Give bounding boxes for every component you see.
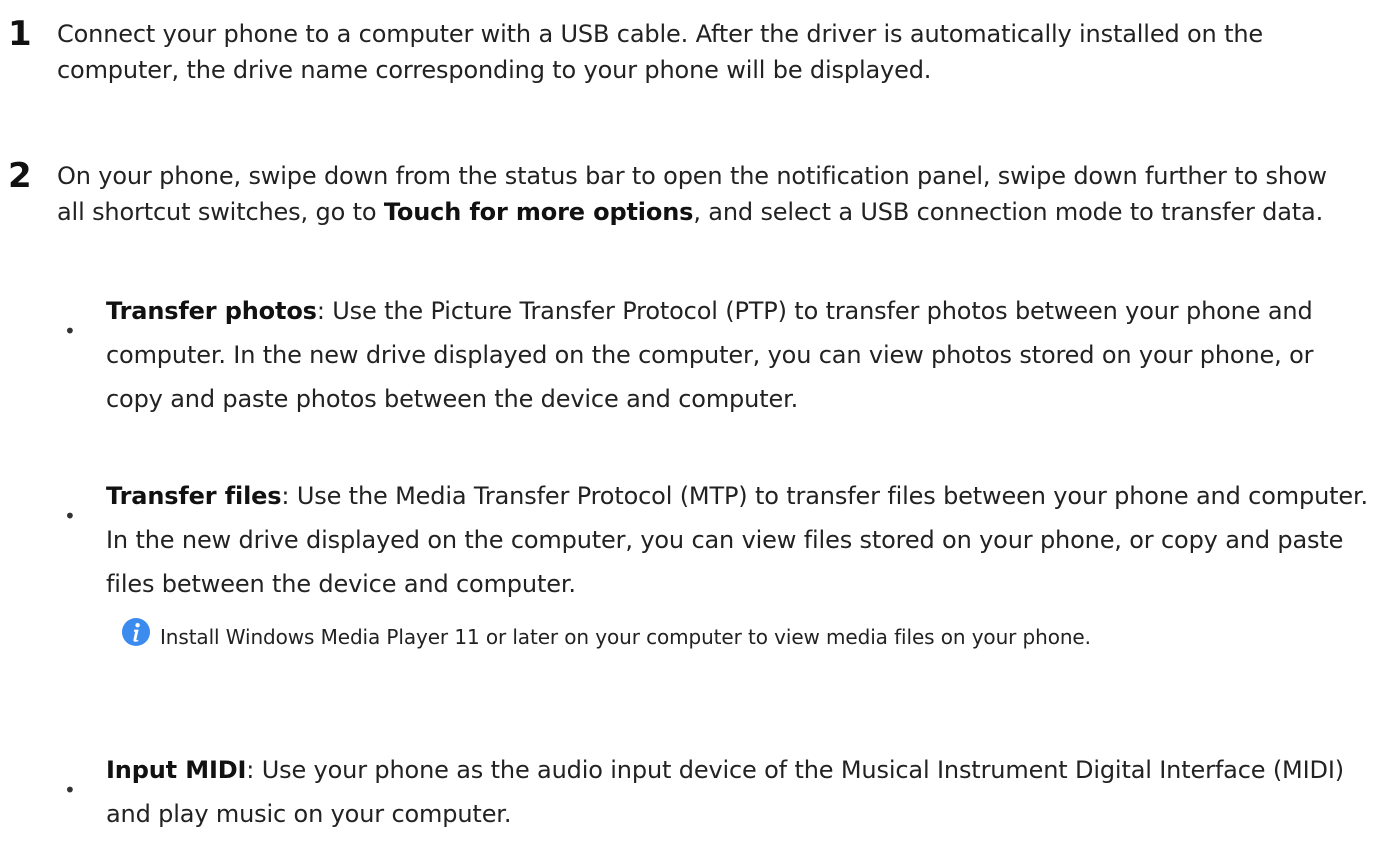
list-item-title: Transfer files <box>106 482 282 510</box>
list-item-title: Input MIDI <box>106 756 247 784</box>
step-number: 1 <box>8 14 32 54</box>
document-page: 1 Connect your phone to a computer with … <box>0 0 1379 848</box>
note-text: Install Windows Media Player 11 or later… <box>160 625 1091 649</box>
list-item-text: Transfer files: Use the Media Transfer P… <box>106 474 1368 606</box>
bullet-marker: • <box>64 504 76 528</box>
list-item-text: Transfer photos: Use the Picture Transfe… <box>106 289 1368 421</box>
bullet-marker: • <box>64 319 76 343</box>
info-icon <box>122 618 150 646</box>
step-number: 2 <box>8 156 32 196</box>
step-text-part: , and select a USB connection mode to tr… <box>693 198 1324 226</box>
touch-for-more-options-label: Touch for more options <box>383 198 694 226</box>
step-text: Connect your phone to a computer with a … <box>57 20 1264 84</box>
list-item-text: Input MIDI: Use your phone as the audio … <box>106 748 1368 836</box>
list-item-title: Transfer photos <box>106 297 317 325</box>
step-text: On your phone, swipe down from the statu… <box>57 158 1357 230</box>
list-item-description: : Use your phone as the audio input devi… <box>106 756 1345 828</box>
list-item-description: : Use the Media Transfer Protocol (MTP) … <box>106 482 1368 598</box>
bullet-marker: • <box>64 778 76 802</box>
